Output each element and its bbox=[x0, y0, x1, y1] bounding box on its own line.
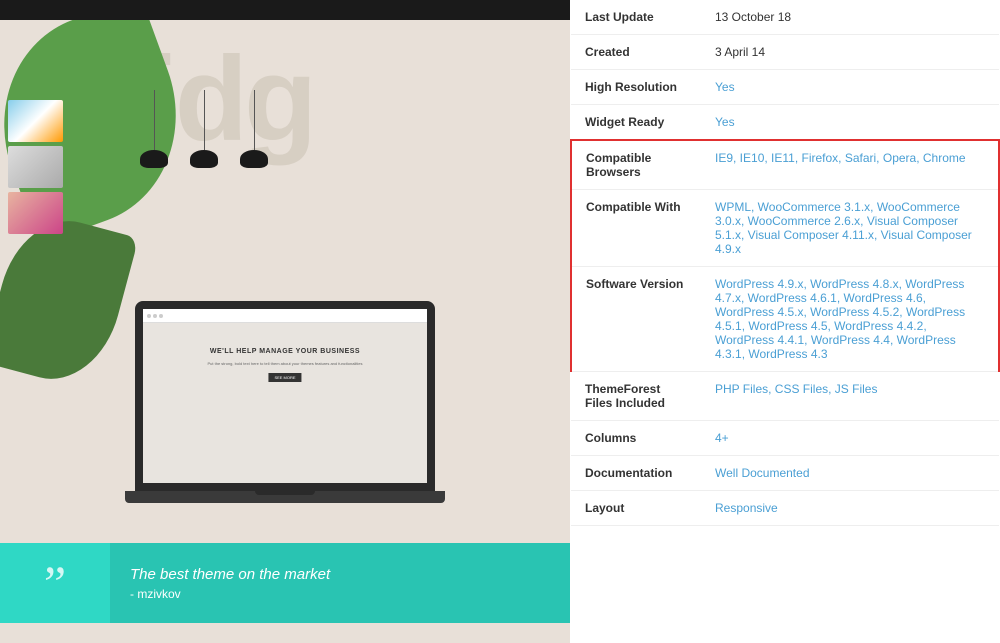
documentation-label: Documentation bbox=[571, 456, 701, 491]
created-value: 3 April 14 bbox=[701, 35, 999, 70]
screen-content: WE'LL HELP MANAGE YOUR BUSINESS Put the … bbox=[143, 323, 427, 483]
software-version-label: Software Version bbox=[571, 267, 701, 372]
leaf-decoration-2 bbox=[0, 207, 139, 393]
quote-author: - mzivkov bbox=[130, 587, 550, 601]
screen-hero-text: WE'LL HELP MANAGE YOUR BUSINESS bbox=[143, 348, 427, 355]
thumbnail-column bbox=[8, 100, 63, 234]
created-row: Created3 April 14 bbox=[571, 35, 999, 70]
nav-dot-3 bbox=[159, 314, 163, 318]
info-table: Last Update13 October 18Created3 April 1… bbox=[570, 0, 1000, 526]
high-resolution-row: High ResolutionYes bbox=[571, 70, 999, 105]
last-update-label: Last Update bbox=[571, 0, 701, 35]
layout-value: Responsive bbox=[701, 491, 999, 526]
themeforest-files-value: PHP Files, CSS Files, JS Files bbox=[701, 372, 999, 421]
columns-label: Columns bbox=[571, 421, 701, 456]
pendant-light-1 bbox=[140, 90, 168, 168]
software-version-row: Software Version WordPress 4.9.x, WordPr… bbox=[571, 267, 999, 372]
pendant-shade-1 bbox=[140, 150, 168, 168]
columns-row: Columns4+ bbox=[571, 421, 999, 456]
screen-nav bbox=[143, 309, 427, 323]
screen-hero-subtext: Put the strong, bold text here to tell t… bbox=[143, 361, 427, 366]
quote-text-area: The best theme on the market - mzivkov bbox=[110, 543, 570, 623]
pendant-cord-2 bbox=[204, 90, 205, 150]
thumbnail-3 bbox=[8, 192, 63, 234]
high-resolution-label: High Resolution bbox=[571, 70, 701, 105]
last-update-row: Last Update13 October 18 bbox=[571, 0, 999, 35]
pendant-light-2 bbox=[190, 90, 218, 168]
compatible-browsers-label: Compatible Browsers bbox=[571, 140, 701, 190]
last-update-value: 13 October 18 bbox=[701, 0, 999, 35]
laptop-base bbox=[125, 491, 445, 503]
widget-ready-label: Widget Ready bbox=[571, 105, 701, 141]
layout-row: LayoutResponsive bbox=[571, 491, 999, 526]
main-area: Bridg bbox=[0, 20, 570, 643]
quote-box: ” bbox=[0, 543, 110, 623]
thumbnail-2 bbox=[8, 146, 63, 188]
compatible-browsers-value: IE9, IE10, IE11, Firefox, Safari, Opera,… bbox=[701, 140, 999, 190]
quote-text: The best theme on the market bbox=[130, 566, 550, 583]
thumbnail-1 bbox=[8, 100, 63, 142]
nav-dot-2 bbox=[153, 314, 157, 318]
pendant-cord-1 bbox=[154, 90, 155, 150]
high-resolution-value: Yes bbox=[701, 70, 999, 105]
layout-label: Layout bbox=[571, 491, 701, 526]
columns-value: 4+ bbox=[701, 421, 999, 456]
compatible-with-value: WPML, WooCommerce 3.1.x, WooCommerce 3.0… bbox=[701, 190, 999, 267]
compatible-browsers-row: Compatible Browsers IE9, IE10, IE11, Fir… bbox=[571, 140, 999, 190]
created-label: Created bbox=[571, 35, 701, 70]
compatible-with-label: Compatible With bbox=[571, 190, 701, 267]
compatible-with-row: Compatible With WPML, WooCommerce 3.1.x,… bbox=[571, 190, 999, 267]
pendant-cord-3 bbox=[254, 90, 255, 150]
widget-ready-row: Widget ReadyYes bbox=[571, 105, 999, 141]
documentation-value: Well Documented bbox=[701, 456, 999, 491]
widget-ready-value: Yes bbox=[701, 105, 999, 141]
left-panel: Bridg bbox=[0, 0, 570, 643]
quote-mark: ” bbox=[44, 558, 66, 608]
laptop-screen-outer: WE'LL HELP MANAGE YOUR BUSINESS Put the … bbox=[135, 301, 435, 491]
quote-section: ” The best theme on the market - mzivkov bbox=[0, 543, 570, 623]
themeforest-files-row: ThemeForest Files IncludedPHP Files, CSS… bbox=[571, 372, 999, 421]
pendant-shade-3 bbox=[240, 150, 268, 168]
right-panel: Last Update13 October 18Created3 April 1… bbox=[570, 0, 1000, 643]
software-version-value: WordPress 4.9.x, WordPress 4.8.x, WordPr… bbox=[701, 267, 999, 372]
laptop-screen-inner: WE'LL HELP MANAGE YOUR BUSINESS Put the … bbox=[143, 309, 427, 483]
top-bar bbox=[0, 0, 570, 20]
nav-dot-1 bbox=[147, 314, 151, 318]
pendant-light-3 bbox=[240, 90, 268, 168]
screen-cta-button: SEE MORE bbox=[268, 373, 301, 382]
themeforest-files-label: ThemeForest Files Included bbox=[571, 372, 701, 421]
documentation-row: DocumentationWell Documented bbox=[571, 456, 999, 491]
pendant-shade-2 bbox=[190, 150, 218, 168]
laptop-mockup: WE'LL HELP MANAGE YOUR BUSINESS Put the … bbox=[135, 301, 435, 503]
